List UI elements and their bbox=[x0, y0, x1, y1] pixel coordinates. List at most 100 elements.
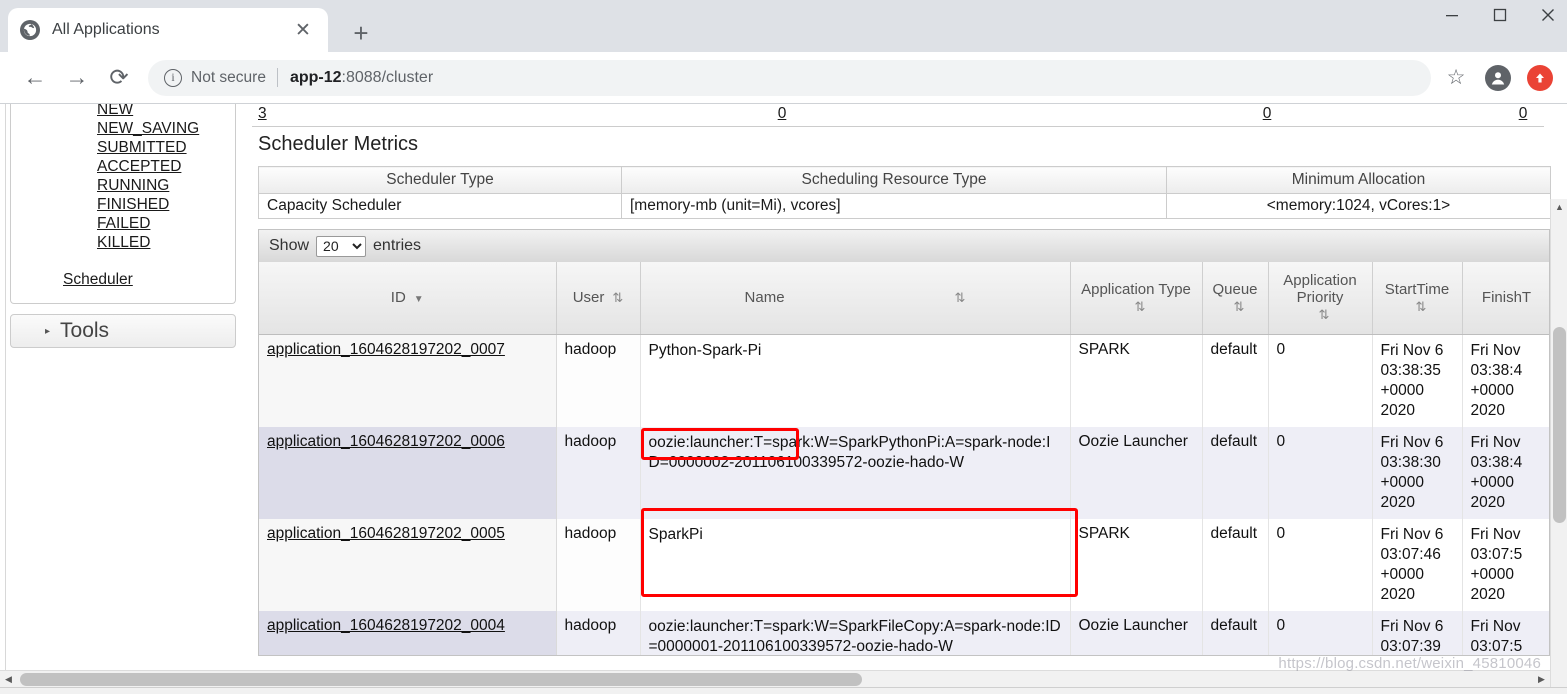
reload-icon[interactable]: ⟳ bbox=[98, 66, 140, 89]
horizontal-scrollbar[interactable]: ◀ ▶ bbox=[0, 670, 1550, 687]
cell-application-priority: 0 bbox=[1268, 518, 1373, 611]
application-id-link[interactable]: application_1604628197202_0005 bbox=[267, 525, 505, 542]
metric-value-link[interactable]: 0 bbox=[1263, 105, 1272, 122]
cell-finishtime: Fri Nov 03:38:4 +0000 2020 bbox=[1462, 426, 1549, 519]
column-header-finishtime[interactable]: FinishT bbox=[1462, 262, 1549, 335]
page-left-edge bbox=[0, 104, 6, 694]
list-item[interactable]: FAILED bbox=[11, 214, 235, 233]
close-window-icon[interactable] bbox=[1537, 8, 1559, 26]
column-header-finishtime-label: FinishT bbox=[1481, 289, 1532, 307]
bookmark-star-icon[interactable]: ☆ bbox=[1439, 67, 1473, 88]
info-icon[interactable]: i bbox=[164, 68, 182, 87]
sidebar-item-accepted[interactable]: ACCEPTED bbox=[97, 157, 181, 176]
applications-table: ID ▼ User ⇅ Name ⇅ Application Type⇅ Que… bbox=[259, 262, 1549, 655]
sidebar-item-new[interactable]: NEW bbox=[97, 104, 133, 119]
list-item[interactable]: KILLED bbox=[11, 233, 235, 252]
browser-window: All Applications ✕ + ← → ⟳ i Not secure … bbox=[0, 0, 1567, 694]
cell-starttime: Fri Nov 6 03:07:46 +0000 2020 bbox=[1372, 518, 1463, 611]
cell-user: hadoop bbox=[556, 610, 641, 655]
cell-name: oozie:launcher:T=spark:W=SparkPythonPi:A… bbox=[640, 426, 1071, 519]
cell-id: application_1604628197202_0006 bbox=[259, 426, 557, 519]
omnibox-divider bbox=[276, 68, 278, 87]
column-header-application-priority-label: Application Priority bbox=[1283, 272, 1357, 307]
scroll-right-icon[interactable]: ▶ bbox=[1533, 671, 1550, 688]
scheduler-metrics-table: Scheduler Type Scheduling Resource Type … bbox=[258, 166, 1551, 219]
new-tab-button[interactable]: + bbox=[346, 20, 376, 46]
cell-name: oozie:launcher:T=spark:W=SparkFileCopy:A… bbox=[640, 610, 1071, 655]
application-id-link[interactable]: application_1604628197202_0006 bbox=[267, 433, 505, 450]
column-header-application-type[interactable]: Application Type⇅ bbox=[1070, 262, 1203, 335]
cell-starttime: Fri Nov 6 03:07:39 +0000 2020 bbox=[1372, 610, 1463, 655]
sort-both-icon: ⇅ bbox=[1233, 298, 1245, 314]
close-tab-icon[interactable]: ✕ bbox=[290, 19, 316, 42]
show-label: Show bbox=[269, 237, 310, 254]
vertical-scrollbar[interactable]: ▲ ▼ bbox=[1550, 199, 1567, 694]
list-item[interactable]: FINISHED bbox=[11, 195, 235, 214]
application-id-link[interactable]: application_1604628197202_0007 bbox=[267, 341, 505, 358]
back-icon[interactable]: ← bbox=[14, 66, 56, 89]
update-available-icon[interactable] bbox=[1527, 64, 1553, 91]
column-header-user[interactable]: User ⇅ bbox=[556, 262, 641, 335]
cell-finishtime: Fri Nov 03:38:4 +0000 2020 bbox=[1462, 334, 1549, 427]
page-viewport: NEW NEW_SAVING SUBMITTED ACCEPTED RUNNIN… bbox=[0, 104, 1567, 694]
sidebar-nav-panel: NEW NEW_SAVING SUBMITTED ACCEPTED RUNNIN… bbox=[10, 104, 236, 304]
column-header-starttime[interactable]: StartTime⇅ bbox=[1372, 262, 1463, 335]
scroll-left-icon[interactable]: ◀ bbox=[0, 671, 17, 688]
sidebar-item-finished[interactable]: FINISHED bbox=[97, 195, 169, 214]
metric-value-link[interactable]: 0 bbox=[1519, 105, 1528, 122]
browser-toolbar: ← → ⟳ i Not secure app-12:8088/cluster ☆ bbox=[0, 52, 1567, 104]
maximize-icon[interactable] bbox=[1489, 8, 1511, 26]
cell-minimum-allocation: <memory:1024, vCores:1> bbox=[1166, 193, 1551, 219]
cell-id: application_1604628197202_0004 bbox=[259, 610, 557, 655]
browser-tab[interactable]: All Applications ✕ bbox=[8, 8, 328, 52]
sidebar-item-killed[interactable]: KILLED bbox=[97, 233, 150, 252]
list-item[interactable]: NEW_SAVING bbox=[11, 119, 235, 138]
cell-finishtime: Fri Nov 03:07:5 +0000 2020 bbox=[1462, 518, 1549, 611]
sidebar-item-failed[interactable]: FAILED bbox=[97, 214, 150, 233]
cell-name: Python-Spark-Pi bbox=[640, 334, 1071, 427]
list-item[interactable]: SUBMITTED bbox=[11, 138, 235, 157]
column-header-application-priority[interactable]: Application Priority⇅ bbox=[1268, 262, 1373, 335]
scheduler-metrics-title: Scheduler Metrics bbox=[258, 133, 419, 155]
column-header-id[interactable]: ID ▼ bbox=[259, 262, 557, 335]
list-item[interactable]: ACCEPTED bbox=[11, 157, 235, 176]
application-id-link[interactable]: application_1604628197202_0004 bbox=[267, 617, 505, 634]
cell-starttime: Fri Nov 6 03:38:35 +0000 2020 bbox=[1372, 334, 1463, 427]
cell-id: application_1604628197202_0005 bbox=[259, 518, 557, 611]
list-item[interactable]: RUNNING bbox=[11, 176, 235, 195]
cluster-metrics-partial-row: 3 0 0 0 bbox=[252, 104, 1544, 127]
metric-cell: 0 bbox=[1502, 104, 1544, 127]
sort-both-icon: ⇅ bbox=[1134, 298, 1146, 314]
horizontal-scrollbar-thumb[interactable] bbox=[20, 673, 862, 686]
sidebar-item-scheduler[interactable]: Scheduler bbox=[63, 270, 133, 289]
sidebar-item-running[interactable]: RUNNING bbox=[97, 176, 169, 195]
table-row: application_1604628197202_0007 hadoop Py… bbox=[259, 334, 1549, 427]
scroll-up-icon[interactable]: ▲ bbox=[1551, 199, 1567, 216]
column-header-name-label: Name bbox=[744, 289, 785, 307]
profile-avatar-icon[interactable] bbox=[1485, 64, 1511, 91]
url-host: app-12 bbox=[289, 68, 342, 86]
table-row: Capacity Scheduler [memory-mb (unit=Mi),… bbox=[258, 193, 1551, 219]
metric-value-link[interactable]: 3 bbox=[258, 105, 267, 122]
sidebar-tools-section[interactable]: ▸ Tools bbox=[10, 314, 236, 348]
url-path: :8088/cluster bbox=[341, 68, 434, 86]
cell-application-type: Oozie Launcher bbox=[1070, 610, 1203, 655]
vertical-scrollbar-thumb[interactable] bbox=[1553, 327, 1566, 523]
minimize-icon[interactable] bbox=[1441, 8, 1463, 26]
security-status: Not secure bbox=[191, 68, 266, 86]
cell-application-type: Oozie Launcher bbox=[1070, 426, 1203, 519]
list-item[interactable]: Scheduler bbox=[11, 270, 235, 289]
table-row: application_1604628197202_0005 hadoop Sp… bbox=[259, 518, 1549, 611]
sidebar-item-new-saving[interactable]: NEW_SAVING bbox=[97, 119, 199, 138]
column-header-name[interactable]: Name ⇅ bbox=[640, 262, 1071, 335]
page-size-select[interactable]: 20 50 100 bbox=[316, 235, 367, 257]
tab-strip: All Applications ✕ + bbox=[0, 0, 1567, 52]
sidebar-item-submitted[interactable]: SUBMITTED bbox=[97, 138, 187, 157]
column-header-queue[interactable]: Queue⇅ bbox=[1202, 262, 1269, 335]
address-bar[interactable]: i Not secure app-12:8088/cluster bbox=[148, 59, 1431, 96]
forward-icon[interactable]: → bbox=[56, 66, 98, 89]
window-controls bbox=[1441, 8, 1559, 26]
metric-value-link[interactable]: 0 bbox=[778, 105, 787, 122]
list-item[interactable]: NEW bbox=[11, 104, 235, 119]
cell-application-priority: 0 bbox=[1268, 334, 1373, 427]
